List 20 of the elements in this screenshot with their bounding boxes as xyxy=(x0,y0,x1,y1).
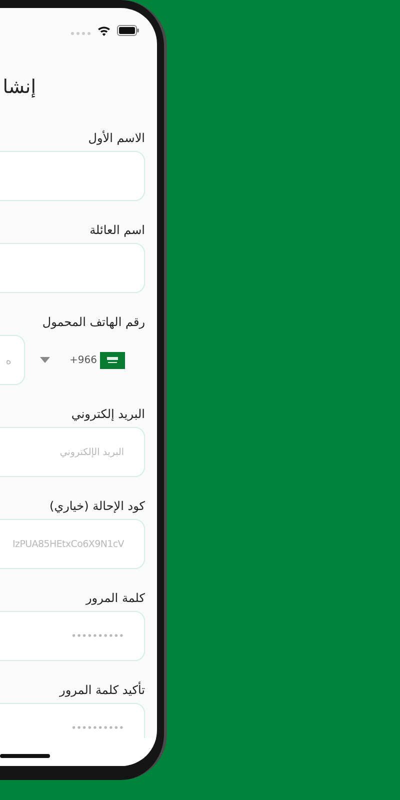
home-indicator xyxy=(0,754,50,758)
password-field[interactable]: •••••••••• xyxy=(0,611,145,661)
battery-icon xyxy=(117,25,139,36)
field-label: رقم الهاتف المحمول xyxy=(42,314,146,330)
phone-number-field[interactable]: ه xyxy=(0,335,25,385)
text-field[interactable]: IzPUA85HEtxCo6X9N1cV xyxy=(0,519,145,569)
flag-icon xyxy=(100,352,125,368)
field-label: كلمة المرور xyxy=(86,590,146,606)
field-label: تأكيد كلمة المرور xyxy=(60,682,146,698)
field-label: كود الإحالة (خياري) xyxy=(50,498,146,514)
field-label: اسم العائلة xyxy=(90,222,146,238)
page-title: إنشا xyxy=(2,74,36,100)
field-label: البريد إلكتروني xyxy=(71,406,146,422)
caret-icon[interactable] xyxy=(40,357,50,363)
field-label: الاسم الأول xyxy=(88,130,146,146)
wifi-icon xyxy=(97,25,111,36)
country-code[interactable]: +966 xyxy=(70,352,97,368)
signal-icon xyxy=(71,32,91,35)
password-field[interactable]: •••••••••• xyxy=(0,703,145,738)
text-field[interactable]: البريد الإلكتروني xyxy=(0,427,145,477)
